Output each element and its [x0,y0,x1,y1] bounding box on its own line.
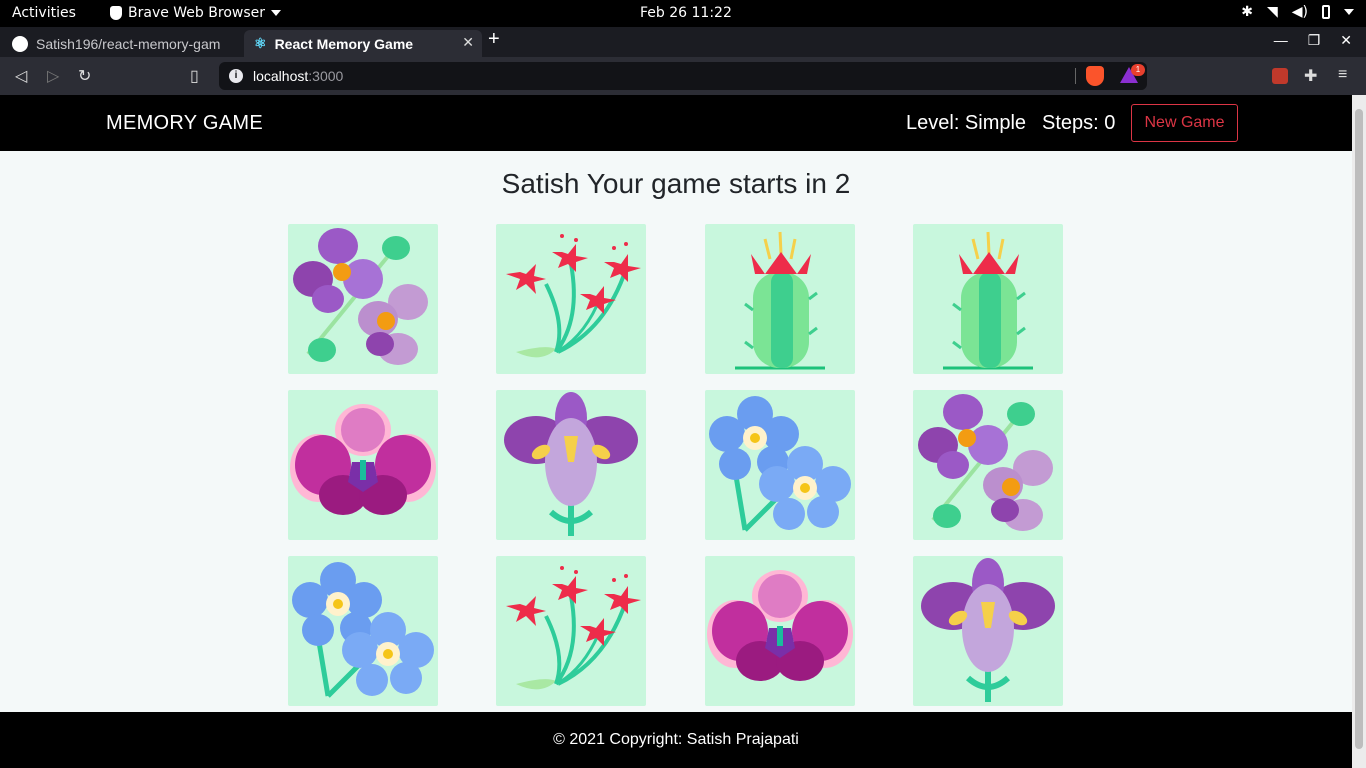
countdown-title: Satish Your game starts in 2 [501,168,851,199]
memory-card[interactable] [496,224,646,374]
chevron-down-icon [271,10,281,16]
back-icon[interactable]: ◁ [15,66,27,86]
tab-react-memory-game[interactable]: ⚛ React Memory Game ✕ [244,30,482,57]
copyright-text: © 2021 Copyright: Satish Prajapati [553,731,799,748]
battery-icon [1322,5,1330,19]
magenta-orchid-icon [290,404,436,515]
brave-shields-icon[interactable] [1086,66,1104,86]
memory-card[interactable] [496,390,646,540]
memory-card[interactable] [288,224,438,374]
card-grid [288,224,1063,706]
red-star-flower-icon [506,566,641,690]
github-icon [12,35,28,52]
flowering-cactus-icon [735,231,825,370]
close-window-icon[interactable]: ✕ [1340,32,1352,49]
memory-card[interactable] [705,556,855,706]
brave-lion-icon [110,6,122,20]
browser-tab-strip: Satish196/react-memory-gam ⚛ React Memor… [0,27,1366,57]
flowering-cactus-icon [943,231,1033,370]
extension-icon[interactable] [1272,68,1288,84]
steps-counter: Steps: 0 [1042,112,1116,134]
magenta-orchid-icon [707,570,853,681]
address-divider [1075,68,1076,84]
red-star-flower-icon [506,234,641,358]
blue-forget-me-not-icon [292,562,434,698]
memory-card[interactable] [913,224,1063,374]
window-controls: — ❐ ✕ [1274,32,1352,49]
rewards-badge: 1 [1131,64,1145,76]
app-menu-label: Brave Web Browser [128,5,265,21]
purple-iris-icon [921,558,1055,702]
level-indicator: Level: Simple [906,112,1027,134]
web-page: MEMORY GAME Level: Simple Steps: 0 New G… [0,95,1352,768]
purple-violet-flower-icon [918,394,1053,531]
extensions-puzzle-icon[interactable]: ✚ [1304,66,1317,86]
tab-label: Satish196/react-memory-gam [36,35,221,52]
memory-card[interactable] [288,556,438,706]
system-top-bar: Activities Brave Web Browser Feb 26 11:2… [0,0,1366,27]
close-icon[interactable]: ✕ [462,34,474,51]
volume-icon: ◀) [1291,4,1308,20]
purple-iris-icon [504,392,638,536]
new-game-button[interactable]: New Game [1131,104,1238,142]
memory-card[interactable] [288,390,438,540]
tab-label: React Memory Game [274,35,414,52]
activities-button[interactable]: Activities [12,5,76,21]
scrollbar-thumb[interactable] [1355,109,1363,749]
react-icon: ⚛ [254,35,267,51]
site-info-icon[interactable]: i [229,69,243,83]
menu-icon[interactable]: ≡ [1338,66,1347,84]
wifi-icon: ◥ [1266,4,1278,20]
app-menu[interactable]: Brave Web Browser [110,5,281,21]
minimize-icon[interactable]: — [1274,32,1288,49]
system-menu-chevron-icon[interactable] [1344,9,1354,15]
memory-card[interactable] [496,556,646,706]
bookmark-icon[interactable]: ▯ [190,66,199,86]
brand-title[interactable]: MEMORY GAME [106,112,263,135]
memory-card[interactable] [705,224,855,374]
memory-card[interactable] [913,556,1063,706]
reload-icon[interactable]: ↻ [78,66,91,86]
blue-forget-me-not-icon [709,396,851,532]
footer: © 2021 Copyright: Satish Prajapati [0,712,1352,768]
forward-icon[interactable]: ▷ [47,66,59,86]
navbar: MEMORY GAME Level: Simple Steps: 0 New G… [0,95,1352,151]
clock[interactable]: Feb 26 11:22 [640,5,732,21]
address-bar[interactable]: i localhost:3000 1 [219,62,1147,90]
slack-icon[interactable]: ✱ [1241,4,1253,20]
browser-toolbar: ◁ ▷ ↻ ▯ i localhost:3000 1 ✚ ≡ [0,57,1366,95]
new-tab-button[interactable]: + [488,28,500,51]
system-tray[interactable]: ✱ ◥ ◀) [1241,4,1354,20]
scrollbar[interactable] [1352,95,1366,768]
memory-card[interactable] [705,390,855,540]
maximize-icon[interactable]: ❐ [1308,32,1321,49]
memory-card[interactable] [913,390,1063,540]
url-text[interactable]: localhost:3000 [253,68,343,84]
purple-violet-flower-icon [293,228,428,365]
tab-github[interactable]: Satish196/react-memory-gam [2,30,242,57]
